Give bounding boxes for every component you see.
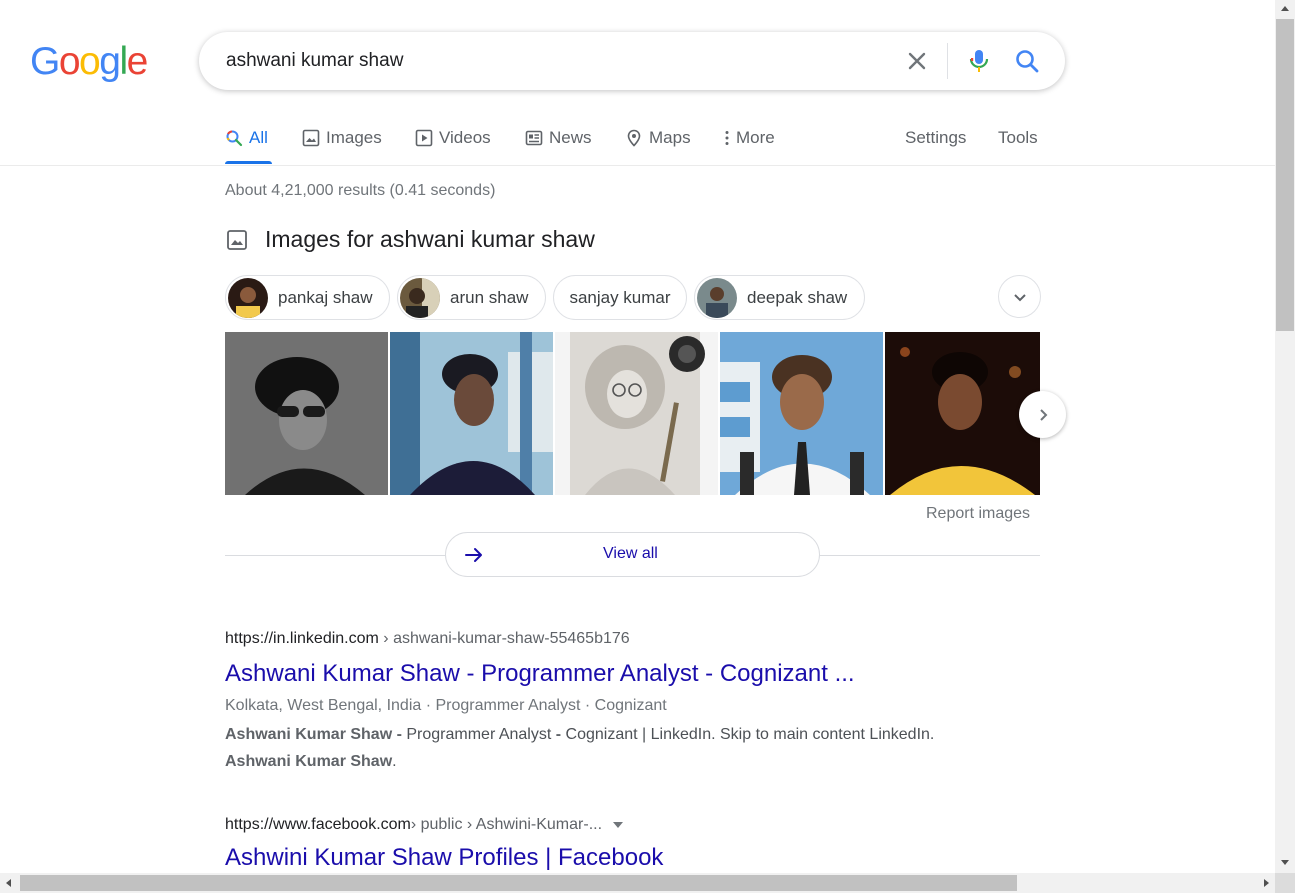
image-icon [302,129,320,147]
tab-images[interactable]: Images [302,126,382,150]
scroll-right-icon[interactable] [1257,873,1275,893]
search-tabs: All Images Videos News Maps More Setting… [0,110,1275,166]
image-result-5[interactable] [885,332,1040,495]
tab-label: More [736,128,775,147]
result-url-host: https://www.facebook.com [225,816,411,833]
result-snippet: Ashwani Kumar Shaw - Programmer Analyst … [225,721,945,775]
microphone-icon[interactable] [967,48,991,74]
scroll-left-icon[interactable] [0,873,18,893]
result-url-path: › public › Ashwini-Kumar-... [410,816,603,833]
result-stats: About 4,21,000 results (0.41 seconds) [225,182,496,199]
search-input[interactable]: ashwani kumar shaw [226,50,403,72]
result-title[interactable]: Ashwini Kumar Shaw Profiles | Facebook [225,844,663,872]
caret-down-icon[interactable] [612,820,624,830]
images-title: Images for ashwani kumar shaw [265,226,595,252]
pin-icon [627,129,641,147]
chevron-down-icon [1013,293,1026,301]
result-url[interactable]: https://in.linkedin.com › ashwani-kumar-… [225,630,945,648]
image-results [225,332,1040,495]
chip-thumbnail [228,277,268,318]
vertical-scroll-thumb[interactable] [1276,19,1294,331]
active-tab-indicator [225,161,272,164]
chip-label: sanjay kumar [569,287,671,307]
scroll-down-icon[interactable] [1275,853,1295,871]
search-result: https://in.linkedin.com › ashwani-kumar-… [225,630,945,775]
image-result-3[interactable] [555,332,718,495]
horizontal-scrollbar[interactable] [0,873,1275,893]
tab-label: Videos [439,128,491,147]
chip-thumbnail [400,277,440,318]
image-result-2[interactable] [390,332,553,495]
scrollbar-corner [1275,873,1295,893]
tools-link[interactable]: Tools [998,126,1038,150]
snippet-text: . [392,753,397,770]
close-icon[interactable] [905,49,929,73]
arrow-right-icon [465,548,482,562]
search-divider [947,43,948,79]
snippet-text: Cognizant | LinkedIn. Skip to main conte… [561,726,935,743]
settings-link[interactable]: Settings [905,126,966,150]
image-result-1[interactable] [225,332,388,495]
search-icon[interactable] [1014,48,1040,74]
tab-label: Images [326,128,382,147]
vertical-scrollbar[interactable] [1275,0,1295,873]
result-title[interactable]: Ashwani Kumar Shaw - Programmer Analyst … [225,660,945,688]
chip-sanjay-kumar[interactable]: sanjay kumar [553,275,687,320]
result-url-path: › ashwani-kumar-shaw-55465b176 [378,630,630,647]
play-icon [415,129,433,147]
snippet-bold: Ashwani Kumar Shaw [225,753,393,770]
tab-maps[interactable]: Maps [625,126,691,150]
scroll-up-icon[interactable] [1275,0,1295,18]
search-box[interactable]: ashwani kumar shaw [199,32,1065,90]
google-logo[interactable]: Google [30,40,148,84]
chip-label: pankaj shaw [278,287,373,307]
chip-thumbnail [697,277,737,318]
chip-label: arun shaw [450,287,529,307]
image-icon [227,229,247,250]
news-icon [525,130,543,146]
view-all-button[interactable]: View all [445,532,820,577]
snippet-text: Programmer Analyst [401,726,556,743]
search-result: https://www.facebook.com › public › Ashw… [225,816,663,872]
image-result-4[interactable] [720,332,883,495]
chip-label: deepak shaw [747,287,848,307]
tab-label: News [549,128,592,147]
tab-label: Maps [649,128,691,147]
snippet-bold: Ashwani Kumar Shaw - [225,726,402,743]
chip-pankaj-shaw[interactable]: pankaj shaw [225,275,390,320]
search-icon [226,130,243,147]
report-images-link[interactable]: Report images [926,505,1030,523]
tab-label: All [249,128,268,147]
chevron-right-icon [1039,408,1047,421]
horizontal-scroll-thumb[interactable] [20,875,1017,891]
images-header[interactable]: Images for ashwani kumar shaw [225,226,595,253]
tab-all[interactable]: All [225,126,268,150]
result-url-host: https://in.linkedin.com [225,630,379,647]
more-vert-icon [725,131,729,145]
result-meta: Kolkata, West Bengal, India · Programmer… [225,697,667,714]
chip-arun-shaw[interactable]: arun shaw [397,275,546,320]
chip-deepak-shaw[interactable]: deepak shaw [694,275,865,320]
tab-news[interactable]: News [525,126,592,150]
view-all-label: View all [603,545,658,562]
chips-expand-button[interactable] [998,275,1041,318]
images-next-button[interactable] [1019,391,1066,438]
result-url[interactable]: https://www.facebook.com › public › Ashw… [225,816,663,834]
tab-more[interactable]: More [722,126,775,150]
tab-videos[interactable]: Videos [415,126,491,150]
